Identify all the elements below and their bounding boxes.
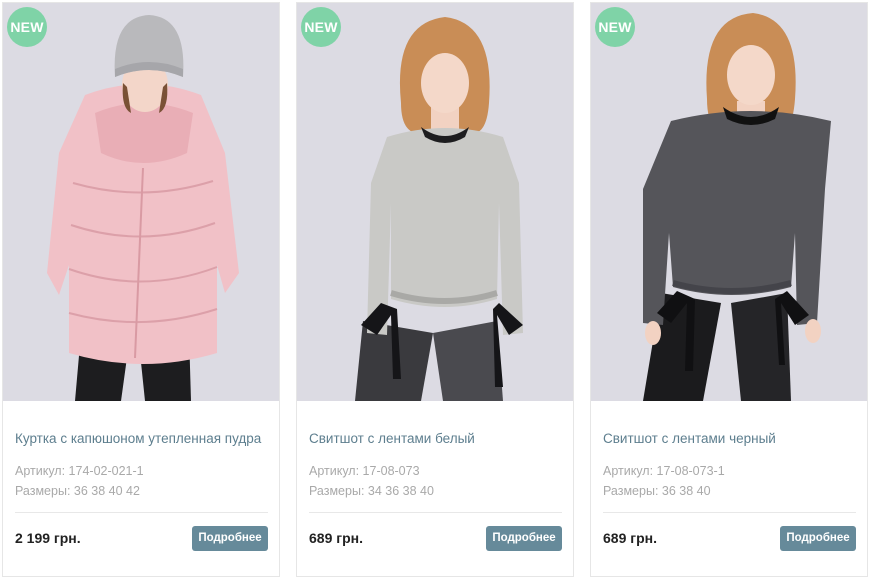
card-divider bbox=[15, 512, 268, 513]
product-title[interactable]: Куртка с капюшоном утепленная пудра bbox=[15, 431, 270, 446]
product-image[interactable] bbox=[3, 3, 279, 401]
product-price: 689 грн. bbox=[309, 530, 363, 546]
new-badge: NEW bbox=[301, 7, 341, 47]
product-sizes: Размеры: 36 38 40 42 bbox=[15, 484, 140, 498]
product-card: NEW Свитшот с лентами белый Артикул: 17-… bbox=[296, 2, 574, 577]
product-title[interactable]: Свитшот с лентами белый bbox=[309, 431, 564, 446]
card-divider bbox=[309, 512, 562, 513]
product-card: NEW Куртка с капюшоном утепленная пудра … bbox=[2, 2, 280, 577]
product-title[interactable]: Свитшот с лентами черный bbox=[603, 431, 858, 446]
product-sizes: Размеры: 34 36 38 40 bbox=[309, 484, 434, 498]
details-button[interactable]: Подробнее bbox=[486, 526, 562, 551]
new-badge: NEW bbox=[595, 7, 635, 47]
product-price: 2 199 грн. bbox=[15, 530, 81, 546]
details-button[interactable]: Подробнее bbox=[192, 526, 268, 551]
product-image[interactable] bbox=[297, 3, 573, 401]
details-button[interactable]: Подробнее bbox=[780, 526, 856, 551]
product-sizes: Размеры: 36 38 40 bbox=[603, 484, 711, 498]
new-badge: NEW bbox=[7, 7, 47, 47]
product-price: 689 грн. bbox=[603, 530, 657, 546]
product-grid: NEW Куртка с капюшоном утепленная пудра … bbox=[0, 0, 870, 580]
product-card: NEW Свитшот с лентами черный Артикул: 17… bbox=[590, 2, 868, 577]
product-sku: Артикул: 174-02-021-1 bbox=[15, 464, 144, 478]
product-sku: Артикул: 17-08-073 bbox=[309, 464, 420, 478]
product-image[interactable] bbox=[591, 3, 867, 401]
product-sku: Артикул: 17-08-073-1 bbox=[603, 464, 725, 478]
card-divider bbox=[603, 512, 856, 513]
